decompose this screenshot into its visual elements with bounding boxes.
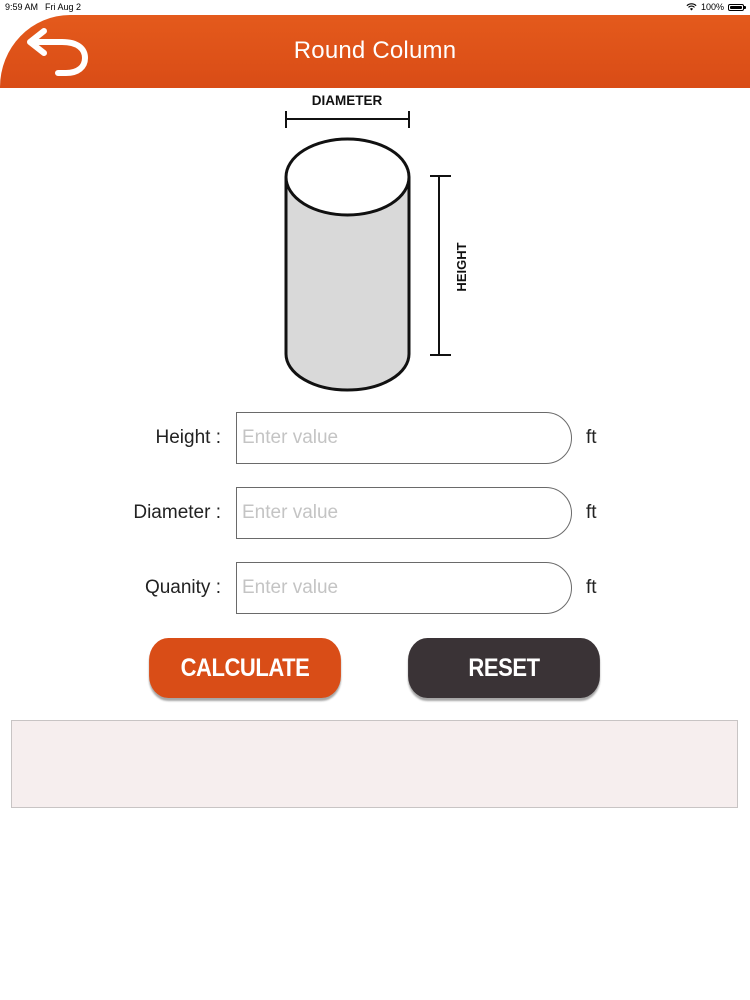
battery-icon: [728, 3, 746, 11]
cylinder-shape: [284, 137, 411, 392]
reset-button[interactable]: RESET: [408, 638, 600, 698]
diameter-unit: ft: [586, 502, 597, 523]
quantity-unit: ft: [586, 577, 597, 598]
status-bar: 9:59 AM Fri Aug 2 100%: [0, 0, 750, 14]
column-diagram: DIAMETER HEIGHT: [270, 88, 490, 398]
quantity-input[interactable]: [236, 562, 572, 614]
status-time: 9:59 AM: [5, 2, 39, 12]
diameter-label-text: Diameter :: [133, 502, 221, 523]
status-date: Fri Aug 2: [45, 2, 82, 12]
diameter-label: DIAMETER: [312, 93, 383, 108]
calculate-button[interactable]: CALCULATE: [149, 638, 341, 698]
height-label: HEIGHT: [454, 242, 469, 291]
diameter-input[interactable]: [236, 487, 572, 539]
quantity-label-text: Quanity :: [144, 577, 221, 598]
height-row: Height : ft: [0, 412, 750, 466]
page-title: Round Column: [293, 37, 457, 64]
result-box: [11, 720, 738, 808]
wifi-icon: [686, 3, 697, 11]
height-input[interactable]: [236, 412, 572, 464]
battery-percentage: 100%: [700, 2, 724, 12]
header-bar: Round Column: [0, 15, 750, 88]
quantity-row: Quanity : ft: [0, 562, 750, 616]
height-unit: ft: [586, 427, 597, 448]
height-label-text: Height :: [155, 427, 221, 448]
diameter-row: Diameter : ft: [0, 487, 750, 541]
